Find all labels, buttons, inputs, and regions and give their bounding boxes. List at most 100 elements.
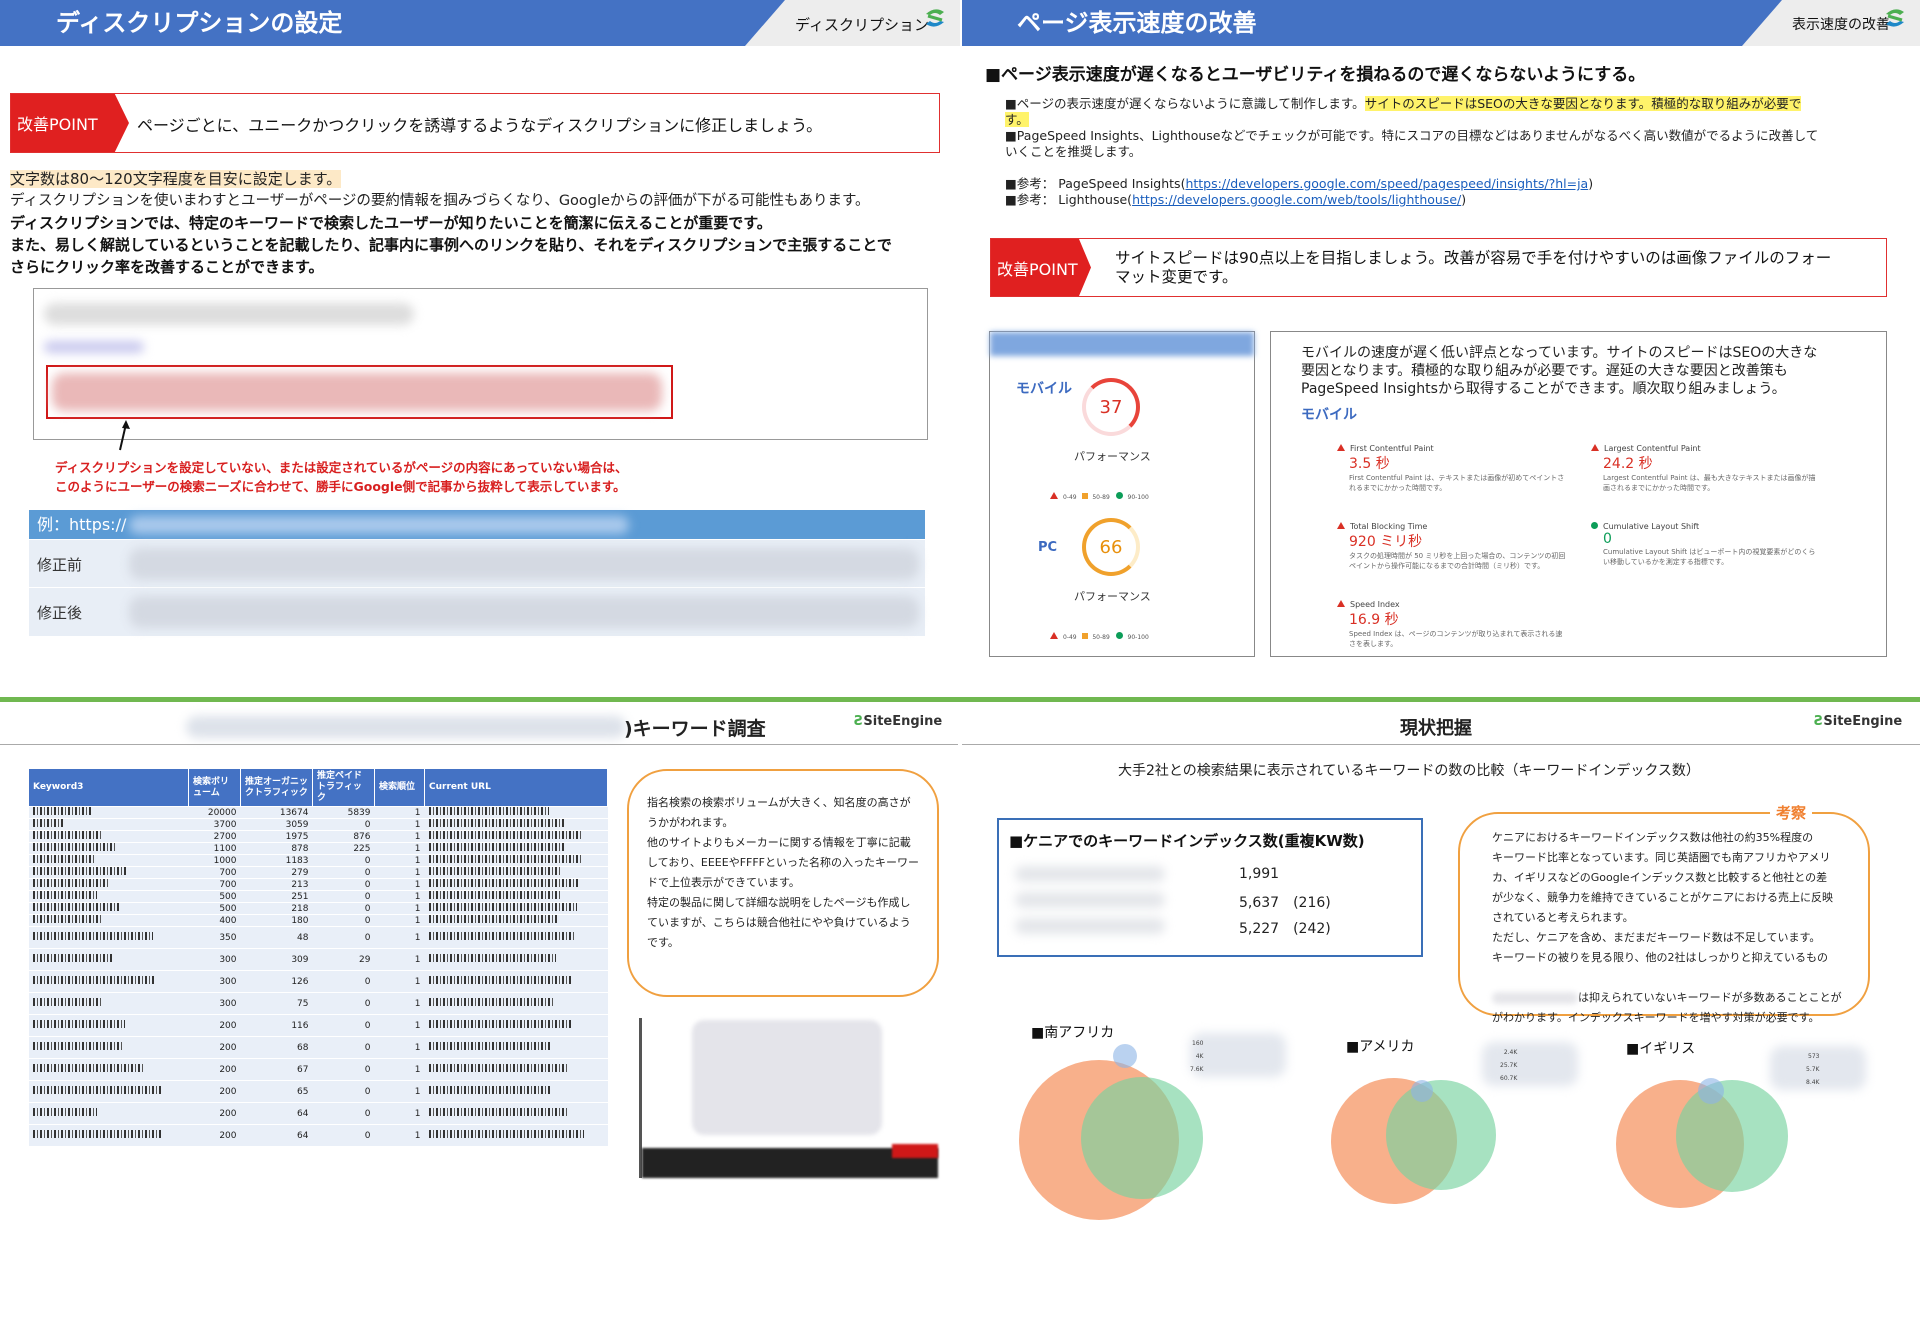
siteengine-logo-icon bbox=[926, 9, 944, 27]
siteengine-logo-icon: Ƨ bbox=[1814, 714, 1824, 729]
url-cell bbox=[424, 902, 608, 915]
table-cell: 300 bbox=[188, 970, 241, 993]
slide2-bullets: ■ページの表示速度が遅くならないように意識して制作します。サイトのスピードはSE… bbox=[1005, 96, 1895, 160]
slide2-point-label: 改善POINT bbox=[997, 259, 1078, 279]
table-cell: 65 bbox=[240, 1080, 313, 1103]
slide4-title: 現状把握 bbox=[1400, 718, 1472, 739]
after-blur bbox=[129, 596, 919, 628]
table-cell: 0 bbox=[312, 926, 375, 949]
keyword-cell bbox=[28, 1036, 189, 1059]
col-rank: 検索順位 bbox=[374, 768, 425, 807]
table-row: 700 213 0 1 bbox=[28, 878, 608, 891]
psi-mobile-label: モバイル bbox=[1016, 381, 1072, 397]
url-cell bbox=[424, 1036, 608, 1059]
table-cell: 1 bbox=[374, 926, 425, 949]
fcp-value: 3.5 秒 bbox=[1349, 456, 1390, 472]
insight-line: は抑えられていないキーワードが多数あることことが bbox=[1492, 988, 1842, 1008]
table-cell: 0 bbox=[312, 1036, 375, 1059]
kenya-name-blur-1 bbox=[1015, 866, 1165, 882]
table-row: 200 116 0 1 bbox=[28, 1014, 608, 1037]
table-cell: 1 bbox=[374, 1124, 425, 1147]
table-cell: 116 bbox=[240, 1014, 313, 1037]
venn-value: 8.4K bbox=[1806, 1079, 1820, 1086]
metric-cls: Cumulative Layout Shift 0 Cumulative Lay… bbox=[1591, 522, 1821, 567]
after-label: 修正後 bbox=[37, 604, 83, 622]
venn-label: ■イギリス bbox=[1626, 1041, 1696, 1057]
table-cell: 251 bbox=[240, 890, 313, 903]
slide1-line3: ディスクリプションでは、特定のキーワードで検索したユーザーが知りたいことを簡潔に… bbox=[10, 214, 772, 232]
table-cell: 1 bbox=[374, 992, 425, 1015]
url-cell bbox=[424, 806, 608, 819]
insight-line: がわかります。インデックスキーワードを増やす対策が必要です。 bbox=[1492, 1011, 1820, 1024]
venn-legend-blur bbox=[1190, 1033, 1286, 1077]
lcp-value: 24.2 秒 bbox=[1603, 456, 1653, 472]
table-row: 3700 3059 0 1 bbox=[28, 818, 608, 831]
slide2-point-text2: マット変更です。 bbox=[1115, 268, 1238, 286]
slide4-logo: ƧSiteEngine bbox=[1814, 714, 1902, 729]
mobile-perf-label: パフォーマンス bbox=[1074, 450, 1151, 463]
venn-value: 160 bbox=[1192, 1040, 1204, 1047]
slide1-line4b: さらにクリック率を改善することができます。 bbox=[10, 258, 324, 276]
insight-line: が少なく、競争力を維持できていることがケニアにおける売上に反映 bbox=[1492, 891, 1833, 904]
slide1-note2: このようにユーザーの検索ニーズに合わせて、勝手にGoogle側で記事から抜粋して… bbox=[55, 479, 626, 494]
table-cell: 0 bbox=[312, 970, 375, 993]
table-cell: 1100 bbox=[188, 842, 241, 855]
slide2-title: ページ表示速度の改善 bbox=[1017, 9, 1257, 37]
ref2-label: ■参考： Lighthouse( bbox=[1005, 192, 1133, 207]
table-row: 300 309 29 1 bbox=[28, 948, 608, 971]
table-cell: 878 bbox=[240, 842, 313, 855]
green-divider bbox=[0, 697, 1920, 702]
keyword-table: Keyword3 検索ボリューム 推定オーガニックトラフィック 推定ペイドトラフ… bbox=[28, 768, 608, 1147]
slide2-point-tag: 改善POINT bbox=[991, 239, 1091, 296]
keyword-cell bbox=[28, 948, 189, 971]
slide1-note1: ディスクリプションを設定していない、または設定されているがページの内容にあってい… bbox=[55, 460, 628, 475]
keyword-cell bbox=[28, 914, 189, 927]
metric-tbt: Total Blocking Time 920 ミリ秒 タスクの処理時間が 50… bbox=[1337, 522, 1567, 571]
table-cell: 68 bbox=[240, 1036, 313, 1059]
pc-legend: 0-49 50-89 90-100 bbox=[1050, 632, 1149, 641]
ref2-link[interactable]: https://developers.google.com/web/tools/… bbox=[1132, 192, 1461, 207]
venn-value: 5.7K bbox=[1806, 1066, 1820, 1073]
slide4-subtitle: 大手2社との検索結果に表示されているキーワードの数の比較（キーワードインデックス… bbox=[1118, 763, 1700, 779]
venn-value: 60.7K bbox=[1500, 1075, 1518, 1082]
table-cell: 1 bbox=[374, 1102, 425, 1125]
url-cell bbox=[424, 866, 608, 879]
slide3-title-blur bbox=[186, 716, 626, 738]
slide2-b1a: ■ページの表示速度が遅くならないように意識して制作します。 bbox=[1005, 96, 1365, 111]
table-row: 1100 878 225 1 bbox=[28, 842, 608, 855]
mobile-score: 37 bbox=[1099, 396, 1123, 418]
table-cell: 300 bbox=[188, 992, 241, 1015]
col-paid: 推定ペイドトラフィック bbox=[312, 768, 375, 807]
slide3-screenshot-thumb bbox=[639, 1018, 938, 1178]
table-cell: 0 bbox=[312, 1080, 375, 1103]
table-cell: 1975 bbox=[240, 830, 313, 843]
slide1-serp-screenshot bbox=[33, 288, 928, 440]
table-cell: 0 bbox=[312, 890, 375, 903]
keyword-cell bbox=[28, 1102, 189, 1125]
table-cell: 1 bbox=[374, 878, 425, 891]
venn-circle-b bbox=[1676, 1080, 1788, 1192]
col-url: Current URL bbox=[424, 768, 608, 807]
table-cell: 200 bbox=[188, 1036, 241, 1059]
psi-score-card: モバイル 37 パフォーマンス 0-49 50-89 90-100 PC 66 … bbox=[989, 331, 1255, 657]
url-cell bbox=[424, 1102, 608, 1125]
insight-line: されていると考えられます。 bbox=[1492, 911, 1634, 924]
kenya-value-2: 5,637 (216) bbox=[1239, 895, 1331, 911]
table-cell: 1 bbox=[374, 866, 425, 879]
ref1-link[interactable]: https://developers.google.com/speed/page… bbox=[1185, 176, 1588, 191]
keyword-cell bbox=[28, 992, 189, 1015]
ref1-label: ■参考： PageSpeed Insights( bbox=[1005, 176, 1186, 191]
table-cell: 0 bbox=[312, 866, 375, 879]
venn-legend-values: 573 5.7K 8.4K bbox=[1806, 1050, 1819, 1089]
insight-line: ただし、ケニアを含め、まだまだキーワード数は不足しています。 bbox=[1492, 931, 1821, 944]
legend-orange: 50-89 bbox=[1092, 634, 1110, 641]
comment-line: ドで上位表示ができています。 bbox=[647, 876, 800, 889]
slide1-body: 文字数は80～120文字程度を目安に設定します。 ディスクリプションを使いまわす… bbox=[10, 168, 955, 278]
thumb-red-accent bbox=[892, 1144, 938, 1158]
keyword-cell bbox=[28, 1014, 189, 1037]
venn-circle-c bbox=[1113, 1044, 1137, 1068]
url-cell bbox=[424, 878, 608, 891]
keyword-cell bbox=[28, 1080, 189, 1103]
slide1-title: ディスクリプションの設定 bbox=[56, 9, 343, 37]
table-cell: 29 bbox=[312, 948, 375, 971]
